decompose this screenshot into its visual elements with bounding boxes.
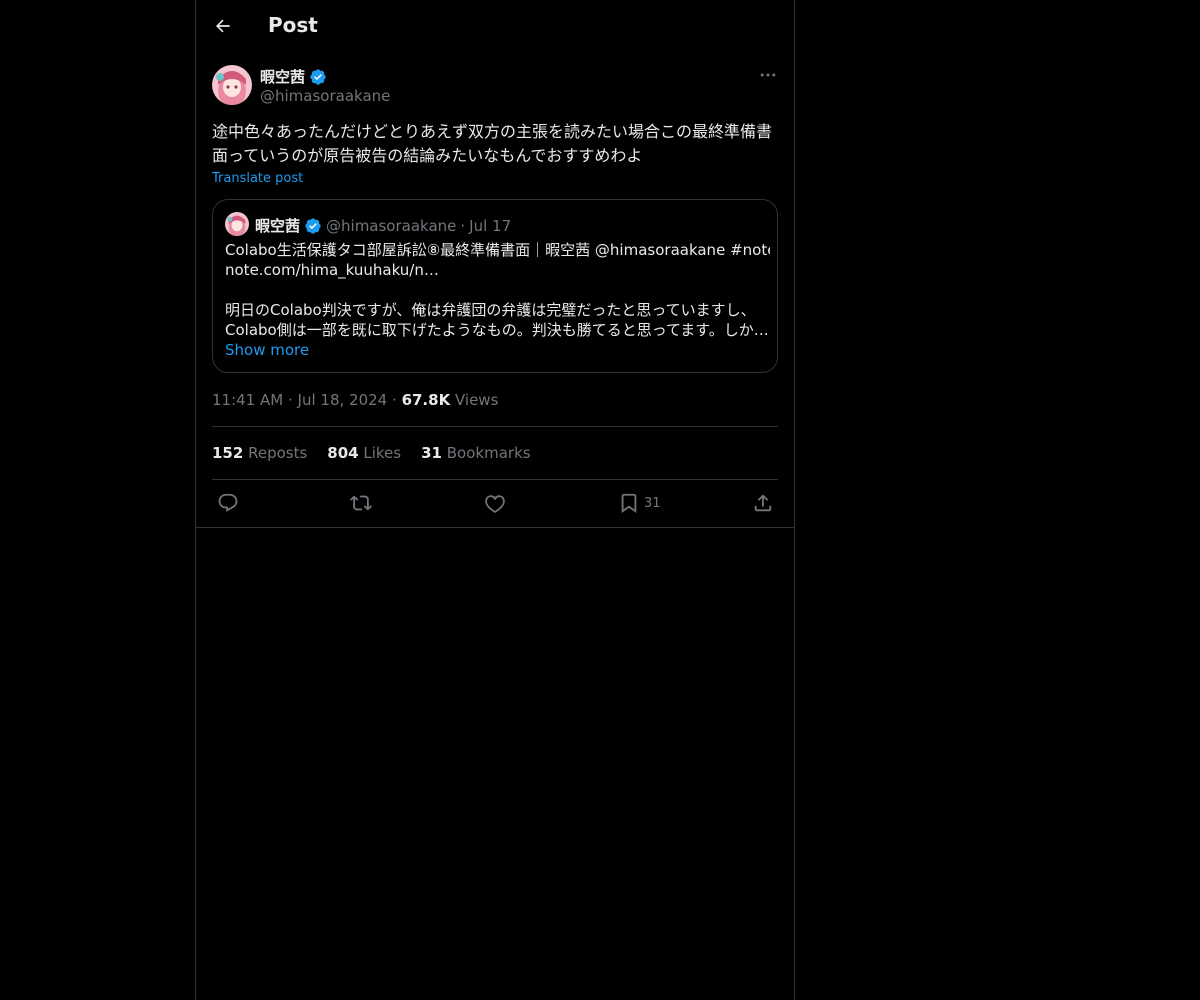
more-button[interactable]	[754, 64, 782, 86]
quoted-post[interactable]: 暇空茜 @himasoraakane · Jul 17 Colabo生活保護タコ…	[212, 199, 778, 373]
action-bar: 31	[196, 480, 794, 528]
reposts-stat[interactable]: 152 Reposts	[212, 444, 307, 462]
repost-icon	[350, 495, 372, 511]
like-button[interactable]	[484, 490, 506, 516]
page-title: Post	[268, 13, 318, 37]
quoted-date: Jul 17	[469, 216, 512, 235]
share-icon	[754, 494, 772, 512]
views-count: 67.8K	[401, 391, 451, 409]
translate-post-link[interactable]: Translate post	[212, 171, 303, 186]
likes-label: Likes	[363, 444, 402, 462]
share-button[interactable]	[752, 490, 774, 516]
post-time[interactable]: 11:41 AM	[212, 391, 283, 409]
verified-badge-icon	[305, 217, 321, 234]
engagement-stats: 152 Reposts 804 Likes 31 Bookmarks	[212, 444, 531, 462]
quoted-text-line: 明日のColabo判決ですが、俺は弁護団の弁護は完璧だったと思っていますし、	[225, 301, 756, 319]
quoted-text-line: Colabo生活保護タコ部屋訴訟⑧最終準備書面｜暇空茜 @himasoraaka…	[225, 241, 770, 259]
author-handle[interactable]: @himasoraakane	[260, 87, 390, 105]
post-meta: 11:41 AM · Jul 18, 2024 · 67.8K Views	[212, 391, 498, 409]
reposts-label: Reposts	[248, 444, 308, 462]
post-column: Post 暇空茜 @himasoraakane 途中色々あったんだけどとりあえず…	[195, 0, 795, 1000]
quoted-header: 暇空茜 @himasoraakane · Jul 17	[255, 215, 511, 236]
reposts-count: 152	[212, 444, 244, 462]
bookmark-button[interactable]: 31	[618, 490, 661, 516]
likes-stat[interactable]: 804 Likes	[327, 444, 401, 462]
post-header: Post	[196, 0, 794, 53]
separator-dot: ·	[392, 391, 397, 409]
show-more-link[interactable]: Show more	[225, 340, 770, 360]
quoted-avatar	[225, 212, 249, 236]
post-date[interactable]: Jul 18, 2024	[298, 391, 388, 409]
divider	[212, 426, 778, 427]
quoted-author-handle: @himasoraakane	[326, 216, 457, 235]
repost-button[interactable]	[350, 490, 372, 516]
quoted-link-line: note.com/hima_kuuhaku/n…	[225, 261, 439, 279]
reply-icon	[218, 493, 238, 512]
verified-badge-icon	[310, 68, 326, 85]
bookmarks-label: Bookmarks	[446, 444, 531, 462]
bookmark-icon	[621, 493, 637, 514]
bookmark-count: 31	[644, 495, 661, 511]
separator-dot: ·	[287, 391, 293, 409]
quoted-text-line: Colabo側は一部を既に取下げたようなもの。判決も勝てると思ってます。しか…	[225, 321, 769, 339]
bookmarks-stat[interactable]: 31 Bookmarks	[421, 444, 530, 462]
views-label: Views	[454, 391, 499, 409]
avatar[interactable]	[212, 65, 252, 105]
bookmarks-count: 31	[421, 444, 442, 462]
arrow-left-icon	[216, 19, 230, 33]
author-name-text: 暇空茜	[260, 68, 306, 86]
likes-count: 804	[327, 444, 359, 462]
heart-icon	[485, 495, 505, 513]
post-text: 途中色々あったんだけどとりあえず双方の主張を読みたい場合この最終準備書面っていう…	[212, 122, 773, 165]
reply-button[interactable]	[217, 490, 239, 516]
back-button[interactable]	[207, 10, 239, 42]
separator-dot: ·	[460, 216, 466, 235]
author-name[interactable]: 暇空茜	[260, 66, 327, 87]
quoted-author-name: 暇空茜	[255, 217, 301, 235]
divider	[196, 527, 794, 528]
more-horizontal-icon	[760, 73, 776, 77]
